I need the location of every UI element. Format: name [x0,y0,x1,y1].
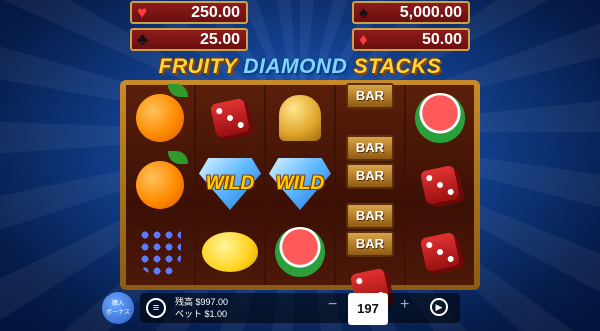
increase-bet-button[interactable]: + [400,296,409,314]
bet-counter[interactable]: 197 [348,293,388,325]
balance-label: 残高 [175,297,194,307]
balance-bet-info: 残高 $997.00 ベット $1.00 [175,296,228,320]
symbol-bar-double: BAR BAR [336,197,404,263]
symbol-dice [406,152,474,218]
decrease-bet-button[interactable]: − [328,296,337,314]
title-part-fruity: FRUITY [158,55,244,78]
bar-label: BAR [346,163,394,189]
symbol-watermelon [406,85,474,151]
jackpot-spades: ♠ 5,000.00 [352,1,470,24]
jackpot-hearts-value: 250.00 [191,4,240,21]
symbol-wild-diamond: WILD [196,151,264,217]
symbol-lemon [196,219,264,285]
symbol-bar-double: BAR BAR [336,129,404,195]
symbol-orange [126,84,194,151]
title-part-diamond: DIAMOND [243,55,348,78]
symbol-grapes [126,219,194,285]
symbol-bar-single: BAR [336,63,404,129]
symbol-orange [126,151,194,218]
heart-icon: ♥ [137,3,148,22]
bar-label: BAR [346,203,394,229]
bet-label: ベット [175,309,203,319]
wild-label: WILD [275,173,325,194]
symbol-bell [266,85,334,151]
jackpot-diamonds: ♦ 50.00 [352,28,470,51]
jackpot-spades-value: 5,000.00 [399,4,462,21]
reel-1 [126,84,194,285]
bonus-label-line1: 購入 [111,301,124,307]
reel-4: BAR BAR BAR BAR BAR [336,83,404,309]
balance-value: $997.00 [195,297,229,307]
reel-3: WILD [266,85,334,285]
symbol-dice [406,219,474,285]
jackpot-clubs: ♣ 25.00 [130,28,248,51]
symbol-wild-diamond: WILD [266,151,334,217]
wild-label: WILD [205,173,255,194]
menu-icon[interactable]: ≡ [146,298,166,318]
club-icon: ♣ [137,30,149,49]
bar-label: BAR [346,135,394,161]
jackpot-clubs-value: 25.00 [199,31,240,48]
spade-icon: ♠ [359,3,369,22]
autoplay-icon[interactable]: ▶ [430,298,448,316]
diamond-icon: ♦ [359,30,368,49]
jackpot-hearts: ♥ 250.00 [130,1,248,24]
bonus-label-line2: ボーナス [105,310,130,316]
bar-label: BAR [346,231,394,257]
jackpot-diamonds-value: 50.00 [421,31,462,48]
reel-5 [406,85,474,285]
reel-2: WILD [196,85,264,285]
bet-value: $1.00 [204,309,228,319]
reel-grid: WILD WILD BAR BAR BAR BAR BAR [126,83,474,309]
symbol-dice [196,85,264,151]
buy-bonus-button[interactable]: 購入 ボーナス [102,292,134,324]
game-title: FRUITY DIAMOND STACKS [150,55,450,83]
symbol-watermelon [266,219,334,285]
